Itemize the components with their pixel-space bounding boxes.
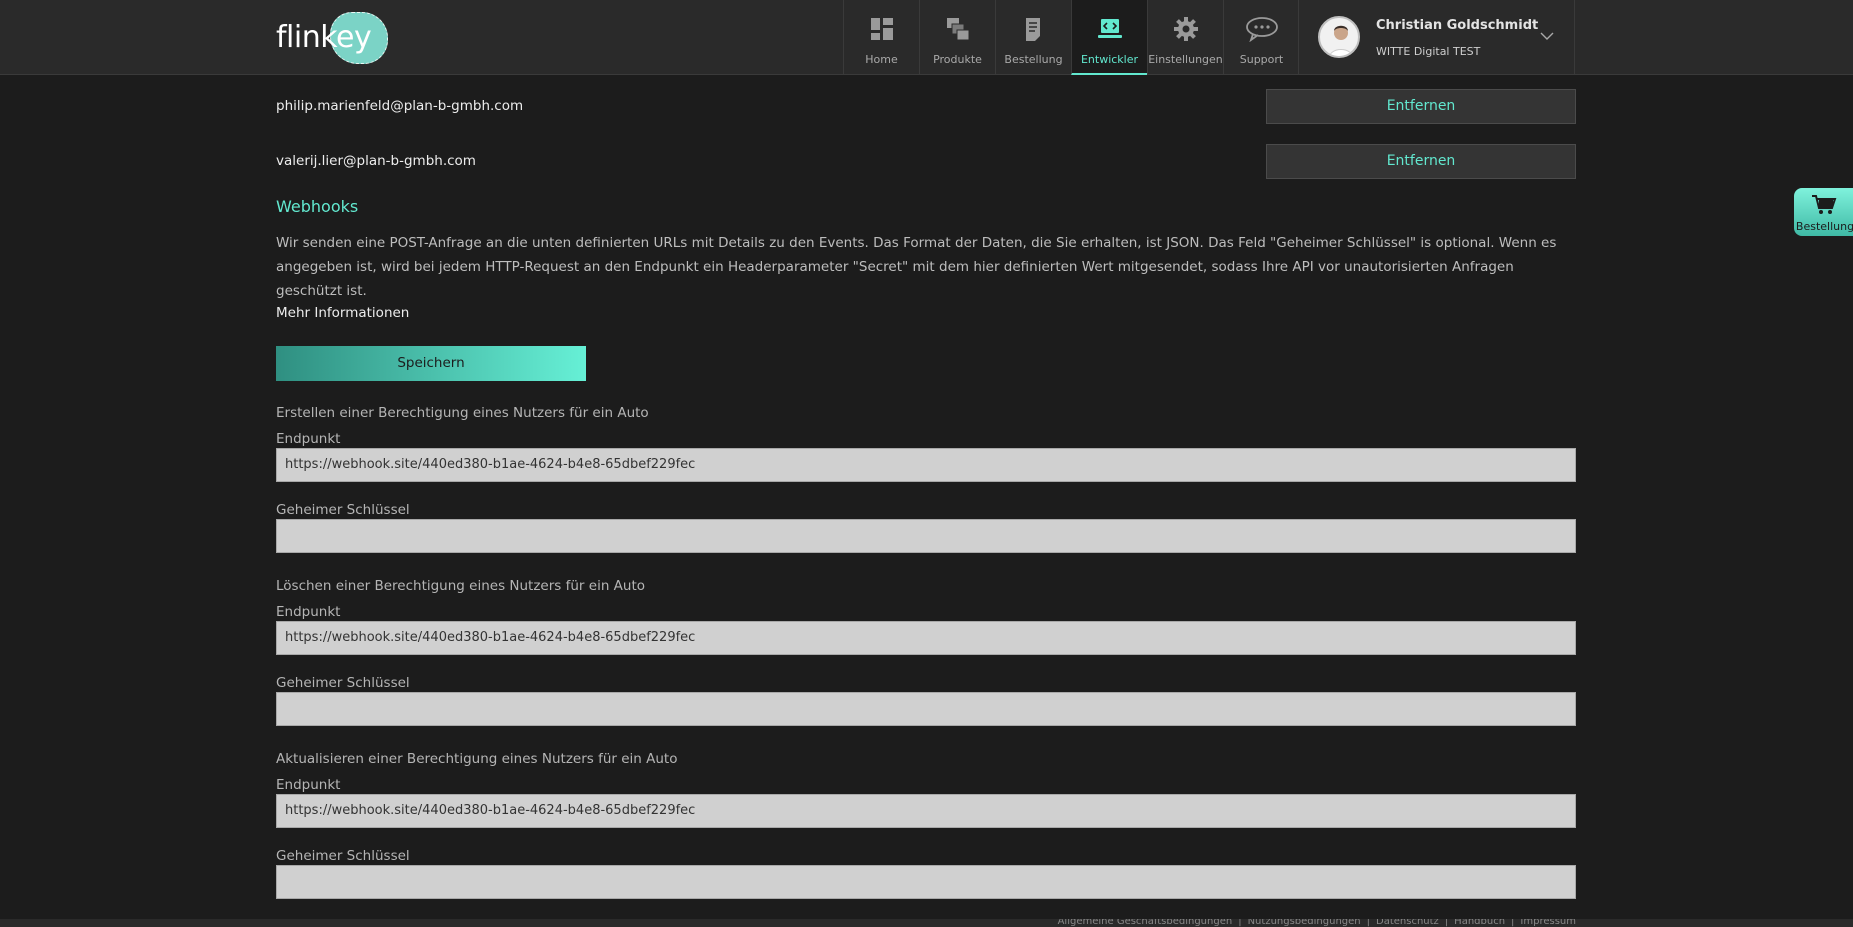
- nav-item-support[interactable]: Support: [1223, 0, 1299, 75]
- endpoint-field-update[interactable]: https://webhook.site/440ed380-b1ae-4624-…: [276, 794, 1576, 828]
- footer-link-agb[interactable]: Allgemeine Geschäftsbedingungen: [1058, 919, 1233, 927]
- order-document-icon: [1025, 18, 1040, 41]
- secret-key-label: Geheimer Schlüssel: [276, 502, 410, 518]
- remove-email-button[interactable]: Entfernen: [1266, 89, 1576, 124]
- top-navigation-bar: flinkey Home Produkte Bestellung Entwick…: [0, 0, 1853, 75]
- webhook-group-title-update: Aktualisieren einer Berechtigung eines N…: [276, 751, 678, 767]
- more-information-link[interactable]: Mehr Informationen: [276, 305, 409, 321]
- remove-email-button[interactable]: Entfernen: [1266, 144, 1576, 179]
- footer-separator: |: [1366, 919, 1370, 927]
- secret-key-label: Geheimer Schlüssel: [276, 675, 410, 691]
- notification-email: philip.marienfeld@plan-b-gmbh.com: [276, 98, 524, 114]
- chevron-down-icon[interactable]: [1539, 28, 1555, 44]
- secret-key-field-create[interactable]: [276, 519, 1576, 553]
- footer-link-datenschutz[interactable]: Datenschutz: [1376, 919, 1439, 927]
- nav-item-einstellungen[interactable]: Einstellungen: [1147, 0, 1223, 75]
- user-menu[interactable]: Christian Goldschmidt WITTE Digital TEST: [1298, 0, 1575, 75]
- nav-label: Entwickler: [1080, 53, 1139, 66]
- nav-label: Support: [1239, 53, 1284, 66]
- nav-label: Produkte: [933, 53, 982, 66]
- webhooks-description: Wir senden eine POST-Anfrage an die unte…: [276, 235, 1557, 299]
- gear-icon: [1173, 17, 1198, 41]
- endpoint-field-create[interactable]: https://webhook.site/440ed380-b1ae-4624-…: [276, 448, 1576, 482]
- notification-email: valerij.lier@plan-b-gmbh.com: [276, 153, 476, 169]
- cart-icon: [1812, 195, 1837, 214]
- chat-bubble-icon: [1245, 17, 1278, 42]
- footer-link-nutzungsbedingungen[interactable]: Nutzungsbedingungen: [1248, 919, 1361, 927]
- avatar: [1318, 16, 1360, 58]
- secret-key-field-delete[interactable]: [276, 692, 1576, 726]
- endpoint-label: Endpunkt: [276, 604, 341, 620]
- dashboard-icon: [870, 18, 893, 40]
- endpoint-field-delete[interactable]: https://webhook.site/440ed380-b1ae-4624-…: [276, 621, 1576, 655]
- footer-separator: |: [1511, 919, 1515, 927]
- footer-links: Allgemeine Geschäftsbedingungen | Nutzung…: [1058, 919, 1576, 927]
- footer-link-impressum[interactable]: Impressum: [1520, 919, 1576, 927]
- logo-text: flinkey: [276, 20, 372, 55]
- user-name: Christian Goldschmidt: [1376, 18, 1539, 33]
- nav-label: Einstellungen: [1148, 53, 1223, 66]
- footer-link-handbuch[interactable]: Handbuch: [1454, 919, 1505, 927]
- user-portrait-icon: [1328, 25, 1354, 56]
- nav-item-produkte[interactable]: Produkte: [919, 0, 995, 75]
- footer: Allgemeine Geschäftsbedingungen | Nutzung…: [0, 919, 1853, 927]
- secret-key-label: Geheimer Schlüssel: [276, 848, 410, 864]
- webhooks-title: Webhooks: [276, 197, 359, 216]
- webhook-group-title-delete: Löschen einer Berechtigung eines Nutzers…: [276, 578, 646, 594]
- nav-label: Bestellung: [1004, 53, 1063, 66]
- endpoint-label: Endpunkt: [276, 777, 341, 793]
- products-icon: [946, 18, 969, 41]
- floating-order-label: Bestellung: [1795, 220, 1853, 233]
- main-nav: Home Produkte Bestellung Entwickler Eins…: [843, 0, 1299, 75]
- nav-item-bestellung[interactable]: Bestellung: [995, 0, 1071, 75]
- user-organization: WITTE Digital TEST: [1376, 45, 1481, 58]
- footer-separator: |: [1238, 919, 1242, 927]
- developer-laptop-icon: [1097, 19, 1122, 38]
- floating-order-button[interactable]: Bestellung: [1794, 188, 1853, 236]
- nav-label: Home: [865, 53, 898, 66]
- nav-item-home[interactable]: Home: [843, 0, 919, 75]
- save-button[interactable]: Speichern: [276, 346, 586, 381]
- webhook-group-title-create: Erstellen einer Berechtigung eines Nutze…: [276, 405, 649, 421]
- nav-item-entwickler[interactable]: Entwickler: [1071, 0, 1147, 75]
- endpoint-label: Endpunkt: [276, 431, 341, 447]
- flinkey-logo[interactable]: flinkey: [276, 12, 388, 64]
- secret-key-field-update[interactable]: [276, 865, 1576, 899]
- footer-separator: |: [1444, 919, 1449, 927]
